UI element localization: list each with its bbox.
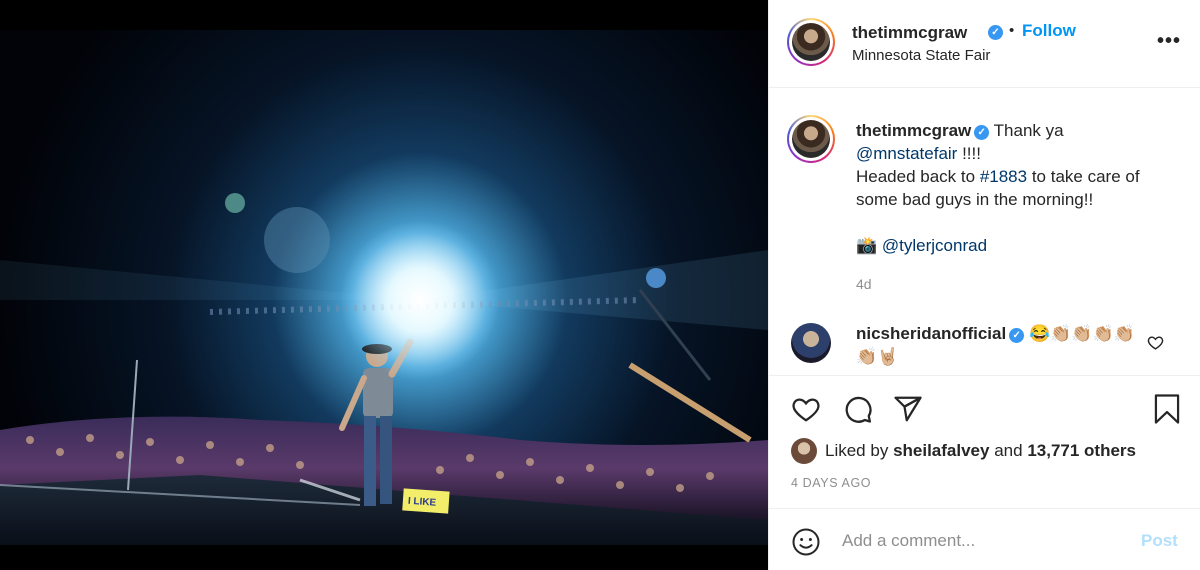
commenter-username[interactable]: nicsheridanofficial: [856, 324, 1006, 343]
save-bookmark-icon[interactable]: [1152, 393, 1182, 425]
credit-mention-link[interactable]: @tylerjconrad: [882, 236, 987, 255]
liker-username[interactable]: sheilafalvey: [893, 441, 989, 461]
caption-avatar[interactable]: [787, 115, 835, 163]
liker-avatar[interactable]: [791, 438, 817, 464]
caption-username[interactable]: thetimmcgraw: [856, 121, 971, 140]
caption-text: thetimmcgraw ✓ Thank ya @mnstatefair !!!!…: [856, 119, 1176, 257]
like-comment-heart-icon[interactable]: [1147, 334, 1164, 351]
caption-age[interactable]: 4d: [856, 276, 872, 292]
caption-text-1: Thank ya: [993, 121, 1064, 140]
likes-count[interactable]: 13,771 others: [1027, 441, 1136, 461]
share-paper-plane-icon[interactable]: [893, 394, 923, 424]
post-panel: thetimmcgraw ✓ • Follow Minnesota State …: [768, 0, 1200, 570]
action-bar: [769, 388, 1200, 432]
comment-item: nicsheridanofficial ✓ 😂👏🏼👏🏼👏🏼👏🏼👏🏼🤘🏼: [856, 322, 1146, 368]
verified-badge-icon: ✓: [1009, 328, 1025, 343]
add-comment-bar: Add a comment... Post: [769, 508, 1200, 570]
caption-text-2: !!!!: [957, 144, 981, 163]
comment-bubble-icon[interactable]: [843, 394, 873, 424]
emoji-smiley-icon[interactable]: [791, 527, 821, 557]
post-date[interactable]: 4 DAYS AGO: [791, 476, 871, 490]
likes-summary[interactable]: Liked by sheilafalvey and 13,771 others: [791, 438, 1136, 464]
author-avatar[interactable]: [787, 18, 835, 66]
concert-photo: I LIKE: [0, 0, 768, 570]
author-username[interactable]: thetimmcgraw: [852, 23, 967, 43]
post-comment-button[interactable]: Post: [1141, 531, 1178, 551]
follow-button[interactable]: Follow: [1022, 21, 1076, 41]
verified-badge-icon: ✓: [974, 125, 990, 140]
verified-badge-icon: ✓: [988, 25, 1003, 40]
comment-input[interactable]: Add a comment...: [842, 531, 975, 551]
post-header: thetimmcgraw ✓ • Follow Minnesota State …: [769, 0, 1200, 88]
post-location[interactable]: Minnesota State Fair: [852, 47, 990, 64]
crowd-sign-text: I LIKE: [407, 496, 436, 509]
separator-dot: •: [1009, 22, 1015, 39]
comments-section[interactable]: thetimmcgraw ✓ Thank ya @mnstatefair !!!!…: [769, 89, 1200, 376]
camera-emoji: 📸: [856, 236, 878, 255]
likes-middle: and: [994, 441, 1023, 460]
more-options-icon[interactable]: •••: [1157, 30, 1181, 53]
commenter-avatar[interactable]: [791, 323, 831, 363]
likes-prefix: Liked by: [825, 441, 889, 460]
post-photo[interactable]: I LIKE: [0, 0, 768, 570]
caption-text-3: Headed back to: [856, 167, 980, 186]
mention-link[interactable]: @mnstatefair: [856, 144, 957, 163]
like-heart-icon[interactable]: [791, 394, 821, 424]
hashtag-link[interactable]: #1883: [980, 167, 1027, 186]
